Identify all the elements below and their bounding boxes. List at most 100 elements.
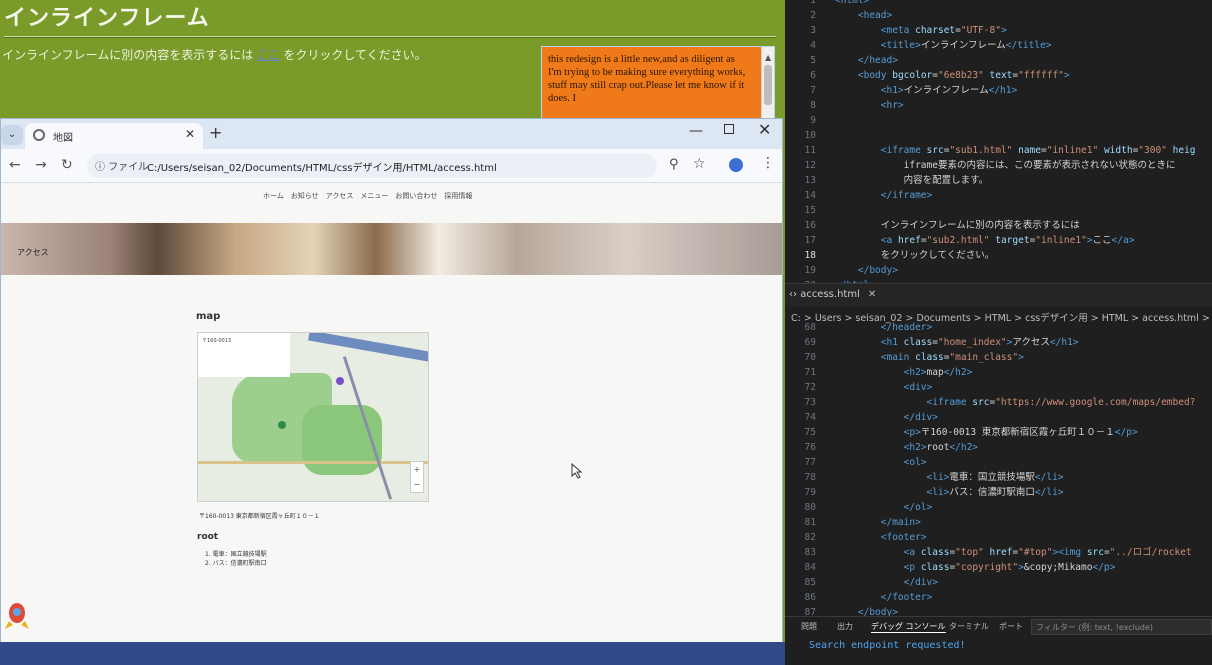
code-line[interactable]: 13 内容を配置します。 [785, 173, 1212, 188]
scrollbar-thumb[interactable] [764, 65, 772, 105]
code-line[interactable]: 72 <div> [785, 380, 1212, 395]
code-line[interactable]: 78 <li>電車：国立競技場駅</li> [785, 470, 1212, 485]
tab-terminal[interactable]: ターミナル [949, 621, 989, 632]
code-line[interactable]: 87 </body> [785, 605, 1212, 616]
line-number: 84 [804, 562, 816, 573]
line-number: 1 [810, 0, 816, 6]
code-text: iframe要素の内容には、この要素が表示されない状態のときに [903, 160, 1176, 171]
code-line[interactable]: 10 [785, 128, 1212, 143]
maximize-icon[interactable] [724, 124, 734, 134]
code-line[interactable]: 69 <h1 class="home_index">アクセス</h1> [785, 335, 1212, 350]
minimize-icon[interactable]: — [689, 123, 703, 139]
editor-pane-bottom[interactable]: 68 </header> 69 <h1 class="home_index">アク… [785, 320, 1212, 616]
close-tab-icon[interactable]: ✕ [868, 289, 876, 300]
code-line[interactable]: 84 <p class="copyright">&copy;Mikamo</p> [785, 560, 1212, 575]
address-bar[interactable]: ⓘ ファイル C:/Users/seisan_02/Documents/HTML… [87, 154, 657, 178]
nav-recruit[interactable]: 採用情報 [444, 191, 472, 201]
close-window-icon[interactable]: ✕ [758, 120, 771, 139]
code-line[interactable]: 12 iframe要素の内容には、この要素が表示されない状態のときに [785, 158, 1212, 173]
back-icon[interactable]: ← [9, 157, 21, 173]
filter-input[interactable]: フィルター (例: text, !exclude) [1031, 619, 1212, 635]
map-zoom-control[interactable]: + − [410, 461, 424, 493]
code-line[interactable]: 3 <meta charset="UTF-8"> [785, 23, 1212, 38]
code-line[interactable]: 71 <h2>map</h2> [785, 365, 1212, 380]
new-tab-icon[interactable]: + [209, 123, 222, 142]
embedded-map[interactable]: 〒160-0013 + − [197, 332, 429, 502]
code-line[interactable]: 82 <footer> [785, 530, 1212, 545]
list-item: 1. 電車：国立競技場駅 [205, 551, 267, 558]
code-line[interactable]: 68 </header> [785, 320, 1212, 335]
code-text: <p>〒160-0013 東京都新宿区霞ヶ丘町１０－１</p> [903, 427, 1138, 438]
nav-access[interactable]: アクセス [326, 191, 354, 201]
tab-output[interactable]: 出力 [837, 621, 853, 632]
site-info[interactable]: ⓘ ファイル [95, 158, 148, 173]
code-line[interactable]: 74 </div> [785, 410, 1212, 425]
line-number: 76 [804, 442, 816, 453]
code-line[interactable]: 15 [785, 203, 1212, 218]
menu-icon[interactable]: ⋮ [761, 155, 775, 171]
root-heading: root [197, 532, 219, 542]
nav-home[interactable]: ホーム [263, 191, 284, 201]
code-line[interactable]: 77 <ol> [785, 455, 1212, 470]
code-line[interactable]: 9 [785, 113, 1212, 128]
line-number: 8 [810, 100, 816, 111]
code-text: <iframe src="sub1.html" name="inline1" w… [880, 145, 1196, 156]
editor-pane-top[interactable]: 1 <html> 2 <head> 3 <meta charset="UTF-8"> 4… [785, 0, 1212, 283]
inline-frame[interactable]: this redesign is a little new,and as dil… [541, 46, 775, 120]
profile-avatar[interactable] [729, 158, 743, 172]
code-line[interactable]: 73 <iframe src="https://www.google.com/m… [785, 395, 1212, 410]
map-pin-icon[interactable] [336, 377, 344, 385]
scroll-up-icon[interactable]: ▲ [765, 53, 771, 62]
line-number: 10 [804, 130, 816, 141]
code-line[interactable]: 18 をクリックしてください。 [785, 248, 1212, 263]
screen: インラインフレーム インラインフレームに別の内容を表示するには ここ をクリックして… [0, 0, 1212, 665]
code-line[interactable]: 81 </main> [785, 515, 1212, 530]
code-line[interactable]: 8 <hr> [785, 98, 1212, 113]
code-text: <li>電車：国立競技場駅</li> [926, 472, 1064, 483]
code-line[interactable]: 83 <a class="top" href="#top"><img src="… [785, 545, 1212, 560]
tab-title: 地図 [53, 133, 73, 144]
code-line[interactable]: 86 </footer> [785, 590, 1212, 605]
file-tab[interactable]: ‹› access.html ✕ [789, 289, 876, 300]
code-line[interactable]: 1 <html> [785, 0, 1212, 8]
close-tab-icon[interactable]: ✕ [185, 127, 195, 141]
code-line[interactable]: 75 <p>〒160-0013 東京都新宿区霞ヶ丘町１０－１</p> [785, 425, 1212, 440]
code-text: </footer> [880, 592, 933, 603]
code-line[interactable]: 80 </ol> [785, 500, 1212, 515]
code-line[interactable]: 70 <main class="main_class"> [785, 350, 1212, 365]
code-line[interactable]: 19 </body> [785, 263, 1212, 278]
code-line[interactable]: 79 <li>バス：信濃町駅南口</li> [785, 485, 1212, 500]
code-line[interactable]: 2 <head> [785, 8, 1212, 23]
tab-debug-console[interactable]: デバッグ コンソール [871, 621, 946, 633]
code-text: <main class="main_class"> [880, 352, 1024, 363]
editor-tab-bar: ‹› access.html ✕ [785, 283, 1212, 307]
nav-contact[interactable]: お問い合わせ [395, 191, 437, 201]
rocket-icon[interactable] [5, 601, 29, 631]
map-pin-icon[interactable] [278, 421, 286, 429]
code-line[interactable]: 11 <iframe src="sub1.html" name="inline1… [785, 143, 1212, 158]
code-line[interactable]: 7 <h1>インラインフレーム</h1> [785, 83, 1212, 98]
line-number: 12 [804, 160, 816, 171]
reload-icon[interactable]: ↻ [61, 157, 73, 173]
line-number: 74 [804, 412, 816, 423]
code-line[interactable]: 14 </iframe> [785, 188, 1212, 203]
tab-problems[interactable]: 問題 [801, 621, 817, 632]
nav-menu[interactable]: メニュー [360, 191, 388, 201]
inline-frame-scrollbar[interactable]: ▲ [761, 47, 774, 119]
code-line[interactable]: 5 </head> [785, 53, 1212, 68]
code-line[interactable]: 85 </div> [785, 575, 1212, 590]
tab-search-icon[interactable]: ⌄ [1, 125, 23, 145]
nav-news[interactable]: お知らせ [291, 191, 319, 201]
code-line[interactable]: 4 <title>インラインフレーム</title> [785, 38, 1212, 53]
code-line[interactable]: 17 <a href="sub2.html" target="inline1">… [785, 233, 1212, 248]
code-line[interactable]: 76 <h2>root</h2> [785, 440, 1212, 455]
line-number: 5 [810, 55, 816, 66]
zoom-icon[interactable]: ⚲ [669, 157, 679, 172]
bookmark-star-icon[interactable]: ☆ [693, 156, 706, 172]
code-line[interactable]: 6 <body bgcolor="6e8b23" text="ffffff"> [785, 68, 1212, 83]
browser-tab[interactable]: 地図 ✕ [25, 123, 203, 149]
here-link[interactable]: ここ [256, 48, 280, 62]
code-line[interactable]: 16 インラインフレームに別の内容を表示するには [785, 218, 1212, 233]
forward-icon[interactable]: → [35, 157, 47, 173]
tab-ports[interactable]: ポート [999, 621, 1023, 632]
